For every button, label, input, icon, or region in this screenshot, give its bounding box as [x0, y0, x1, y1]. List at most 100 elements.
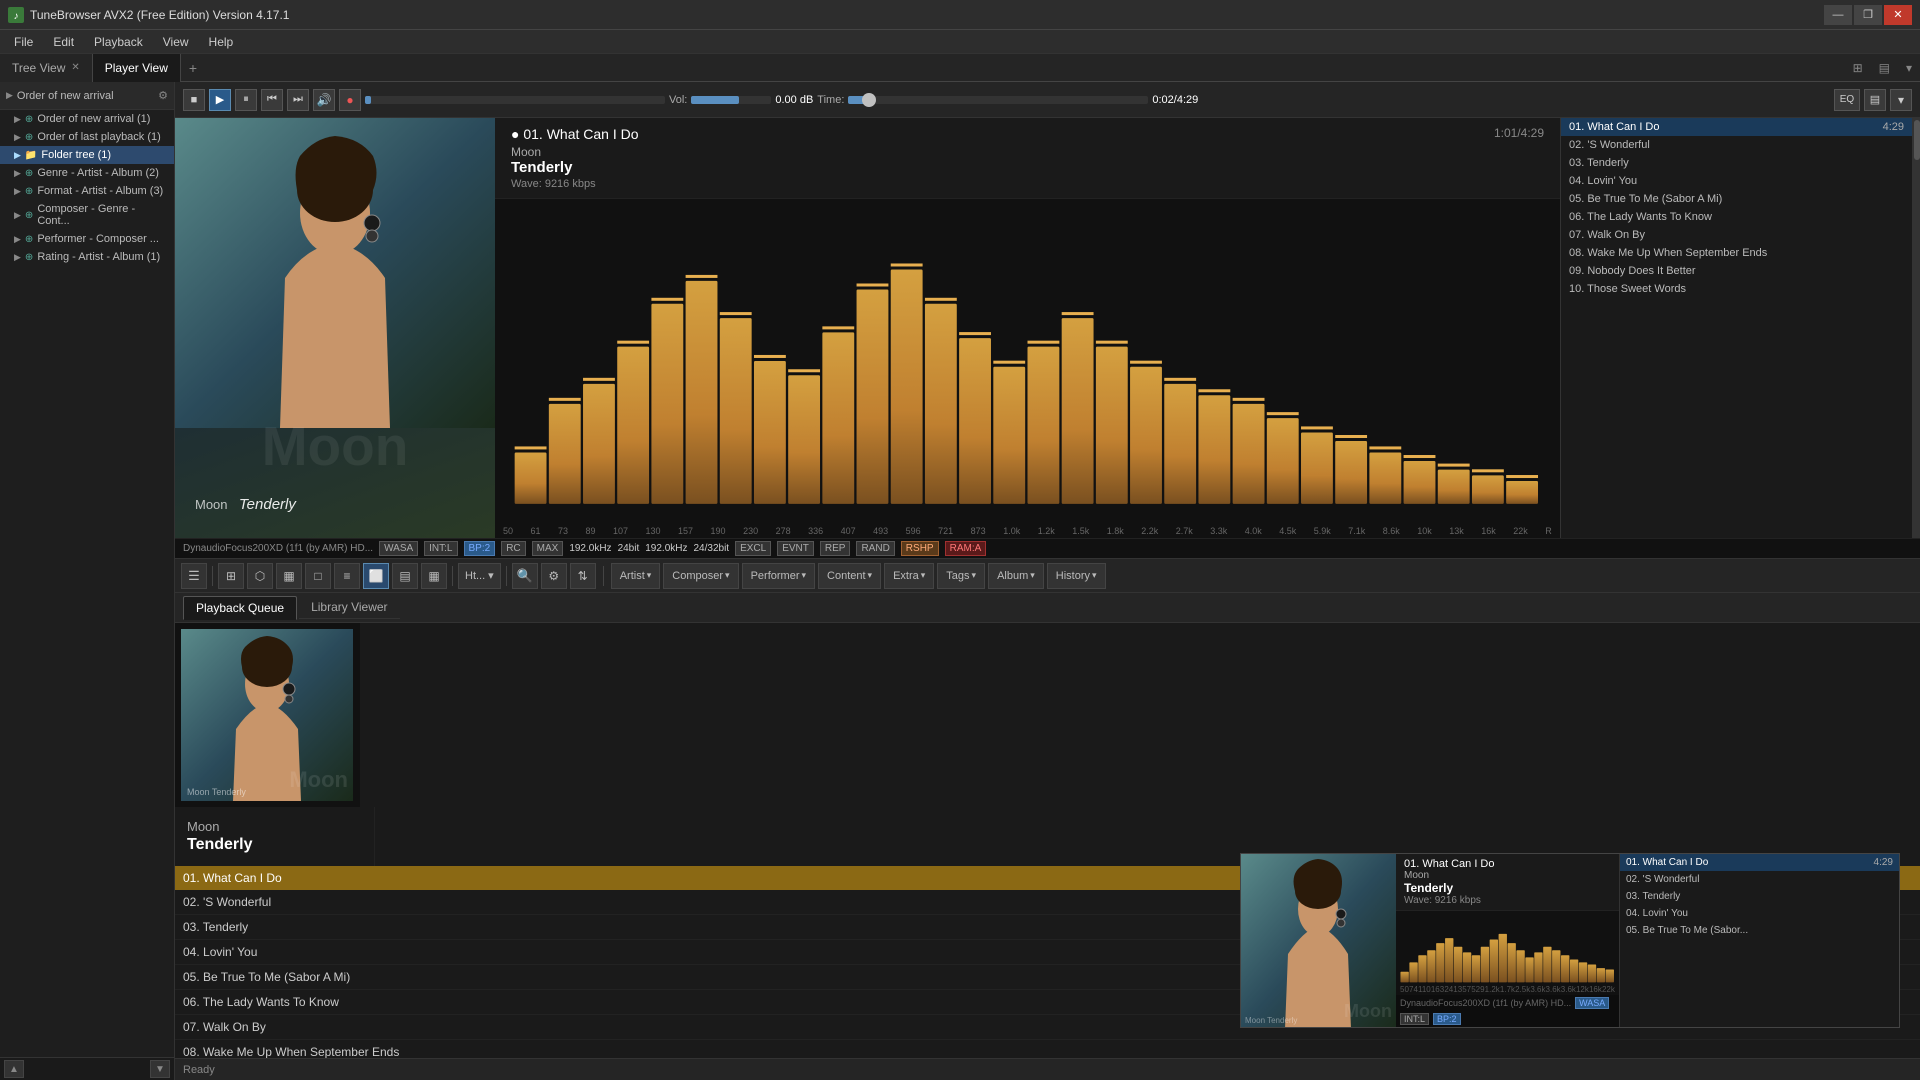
track-list-item[interactable]: 02. 'S Wonderful	[1561, 136, 1912, 154]
track-list-item[interactable]: 03. Tenderly	[1561, 154, 1912, 172]
tool-thumb-btn[interactable]: ⬜	[363, 563, 389, 589]
album-filter[interactable]: Album ▾	[988, 563, 1044, 589]
arrow-icon: ▶	[14, 210, 21, 221]
sidebar-gear-icon[interactable]: ⚙	[158, 89, 168, 102]
track-row[interactable]: 08. Wake Me Up When September Ends	[175, 1040, 1920, 1058]
tool-list-btn[interactable]: □	[305, 563, 331, 589]
menu-file[interactable]: File	[4, 33, 43, 51]
menu-playback[interactable]: Playback	[84, 33, 153, 51]
tab-tree-view[interactable]: Tree View ✕	[0, 54, 93, 82]
sidebar-item-genre-artist[interactable]: ▶ ⊕ Genre - Artist - Album (2)	[0, 164, 174, 182]
mini-track-list-item[interactable]: 03. Tenderly	[1620, 888, 1899, 905]
vol-bar[interactable]	[691, 96, 771, 104]
mini-track-list-item[interactable]: 02. 'S Wonderful	[1620, 871, 1899, 888]
rshp-badge[interactable]: RSHP	[901, 541, 939, 556]
sort-button[interactable]: ⇅	[570, 563, 596, 589]
sidebar-item-icon: ⊕	[25, 234, 33, 245]
eq-button[interactable]: EQ	[1834, 89, 1860, 111]
max-badge[interactable]: MAX	[532, 541, 564, 556]
tab-player-view[interactable]: Player View	[93, 54, 181, 82]
tool-grid-btn[interactable]: ⊞	[218, 563, 244, 589]
tool-height-dropdown[interactable]: Ht... ▾	[458, 563, 501, 589]
sidebar-item-composer-genre[interactable]: ▶ ⊕ Composer - Genre - Cont...	[0, 200, 174, 230]
mini-track-list-item[interactable]: 04. Lovin' You	[1620, 905, 1899, 922]
tab-expand-icon[interactable]: ⊞	[1845, 61, 1871, 75]
time-bar[interactable]	[848, 96, 1148, 104]
rc-badge[interactable]: RC	[501, 541, 525, 556]
track-list-item[interactable]: 07. Walk On By	[1561, 226, 1912, 244]
excl-badge[interactable]: EXCL	[735, 541, 771, 556]
sidebar: ▶ Order of new arrival ⚙ ▶ ⊕ Order of ne…	[0, 82, 175, 1080]
sidebar-item-folder-tree[interactable]: ▶ 📁 Folder tree (1)	[0, 146, 174, 164]
mini-track-list-item[interactable]: 01. What Can I Do4:29	[1620, 854, 1899, 871]
track-title: 08. Wake Me Up When September Ends	[183, 1045, 1912, 1058]
tab-playback-queue[interactable]: Playback Queue	[183, 596, 297, 620]
filter-button[interactable]: ⚙	[541, 563, 567, 589]
sidebar-item-rating-artist[interactable]: ▶ ⊕ Rating - Artist - Album (1)	[0, 248, 174, 266]
search-button[interactable]: 🔍	[512, 563, 538, 589]
tool-rows-btn[interactable]: ▤	[392, 563, 418, 589]
sidebar-item-format-artist[interactable]: ▶ ⊕ Format - Artist - Album (3)	[0, 182, 174, 200]
track-list-item[interactable]: 08. Wake Me Up When September Ends	[1561, 244, 1912, 262]
extra-filter[interactable]: Extra ▾	[884, 563, 934, 589]
pause-button[interactable]: ⏸	[235, 89, 257, 111]
track-list-item[interactable]: 04. Lovin' You	[1561, 172, 1912, 190]
close-button[interactable]: ✕	[1884, 5, 1912, 25]
intl-badge[interactable]: INT:L	[424, 541, 457, 556]
settings-button[interactable]: ▾	[1890, 89, 1912, 111]
play-button[interactable]: ▶	[209, 89, 231, 111]
menu-view[interactable]: View	[153, 33, 199, 51]
stop-button[interactable]: ■	[183, 89, 205, 111]
history-filter[interactable]: History ▾	[1047, 563, 1106, 589]
mini-format: Wave: 9216 kbps	[1404, 895, 1611, 906]
mini-track-list-item[interactable]: 05. Be True To Me (Sabor...	[1620, 922, 1899, 939]
tab-library-viewer[interactable]: Library Viewer	[299, 596, 399, 619]
sidebar-item-order-last[interactable]: ▶ ⊕ Order of last playback (1)	[0, 128, 174, 146]
prev-button[interactable]: ⏮	[261, 89, 283, 111]
track-list-item[interactable]: 01. What Can I Do4:29	[1561, 118, 1912, 136]
mute-button[interactable]: 🔊	[313, 89, 335, 111]
track-list-item[interactable]: 06. The Lady Wants To Know	[1561, 208, 1912, 226]
sidebar-scroll-down[interactable]: ▼	[150, 1060, 170, 1078]
tool-menu-btn[interactable]: ☰	[181, 563, 207, 589]
bit-format: 24/32bit	[694, 543, 730, 554]
wasa-badge[interactable]: WASA	[379, 541, 418, 556]
menu-edit[interactable]: Edit	[43, 33, 84, 51]
rama-badge[interactable]: RAM:A	[945, 541, 987, 556]
tags-filter[interactable]: Tags ▾	[937, 563, 985, 589]
tool-detail-btn[interactable]: ≡	[334, 563, 360, 589]
sidebar-header[interactable]: ▶ Order of new arrival ⚙	[0, 82, 174, 110]
minimize-button[interactable]: —	[1824, 5, 1852, 25]
rec-button[interactable]: ●	[339, 89, 361, 111]
close-tree-tab[interactable]: ✕	[71, 62, 79, 73]
track-list-item[interactable]: 05. Be True To Me (Sabor A Mi)	[1561, 190, 1912, 208]
performer-filter[interactable]: Performer ▾	[742, 563, 815, 589]
layout-button[interactable]: ▤	[1864, 89, 1886, 111]
sidebar-item-icon: ⊕	[25, 186, 33, 197]
bp2-badge[interactable]: BP:2	[464, 541, 496, 556]
time-label: Time:	[817, 94, 844, 106]
artist-filter[interactable]: Artist ▾	[611, 563, 661, 589]
transport-bar: ■ ▶ ⏸ ⏮ ⏭ 🔊 ● Vol: 0.00 dB Time: 0:02/4:…	[175, 82, 1920, 118]
rep-badge[interactable]: REP	[820, 541, 851, 556]
tool-cols-btn[interactable]: ▦	[421, 563, 447, 589]
composer-filter[interactable]: Composer ▾	[663, 563, 738, 589]
track-list-item[interactable]: 09. Nobody Does It Better	[1561, 262, 1912, 280]
tab-add[interactable]: +	[181, 60, 205, 76]
restore-button[interactable]: ❐	[1854, 5, 1882, 25]
tab-layout-icon[interactable]: ▤	[1871, 61, 1898, 75]
rand-badge[interactable]: RAND	[856, 541, 894, 556]
next-button[interactable]: ⏭	[287, 89, 309, 111]
evnt-badge[interactable]: EVNT	[777, 541, 814, 556]
content-filter[interactable]: Content ▾	[818, 563, 881, 589]
menu-help[interactable]: Help	[199, 33, 244, 51]
sidebar-scroll-up[interactable]: ▲	[4, 1060, 24, 1078]
progress-bar[interactable]	[365, 96, 665, 104]
tool-hex-btn[interactable]: ⬡	[247, 563, 273, 589]
tool-table-btn[interactable]: ▦	[276, 563, 302, 589]
track-list-item[interactable]: 10. Those Sweet Words	[1561, 280, 1912, 298]
sidebar-item-performer-composer[interactable]: ▶ ⊕ Performer - Composer ...	[0, 230, 174, 248]
mini-status: DynaudioFocus200XD (1f1 (by AMR) HD... W…	[1396, 995, 1619, 1027]
sidebar-item-order-new[interactable]: ▶ ⊕ Order of new arrival (1)	[0, 110, 174, 128]
tab-menu-icon[interactable]: ▾	[1898, 61, 1920, 75]
